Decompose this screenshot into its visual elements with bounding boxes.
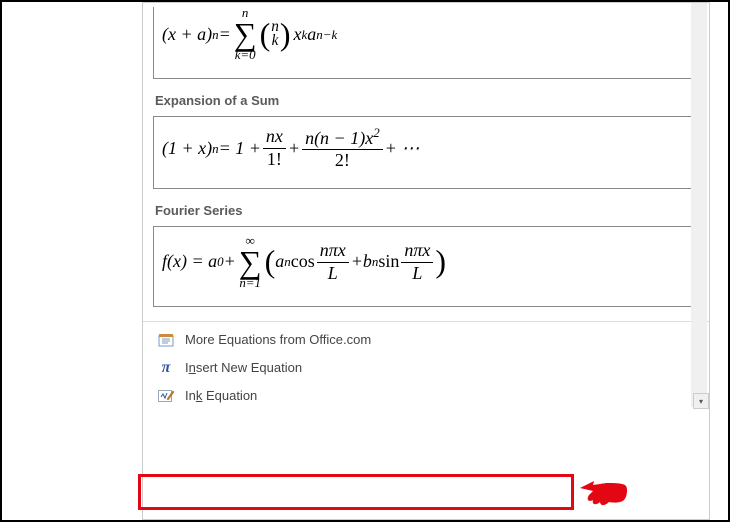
section-title-fourier: Fourier Series <box>155 203 693 218</box>
office-icon <box>157 332 175 348</box>
binomial-symbol: n k <box>271 20 279 49</box>
menu-more-equations[interactable]: More Equations from Office.com ▸ <box>143 326 709 354</box>
equation-item-expansion[interactable]: (1 + x)n = 1 + nx 1! + n(n − 1)x2 2! + ⋯ <box>153 116 693 189</box>
eq-text: = <box>219 24 231 46</box>
eq-text: f(x) = a <box>162 251 217 273</box>
menu-label: More Equations from Office.com <box>185 332 371 347</box>
scroll-down-button[interactable]: ▾ <box>693 393 709 409</box>
menu-label: Ink Equation <box>185 388 257 403</box>
sigma-icon: ∞ ∑ n=1 <box>239 235 262 290</box>
equation-menu: More Equations from Office.com ▸ π Inser… <box>143 321 709 414</box>
eq-text: a <box>307 24 316 46</box>
eq-text: a <box>275 251 284 273</box>
eq-exp: n−k <box>316 27 337 43</box>
fraction: nπx L <box>401 240 433 284</box>
fraction: nx 1! <box>263 126 286 170</box>
eq-text: + ⋯ <box>385 138 420 160</box>
equation-item-fourier[interactable]: f(x) = a0 + ∞ ∑ n=1 ( an cos nπx L + bn … <box>153 226 693 307</box>
scrollbar[interactable] <box>691 3 707 407</box>
eq-text: b <box>363 251 372 273</box>
eq-text: + <box>351 251 363 273</box>
menu-insert-new-equation[interactable]: π Insert New Equation <box>143 354 709 382</box>
pointing-hand-icon <box>578 466 630 513</box>
eq-text: x <box>294 24 302 46</box>
equation-gallery: (x + a)n = n ∑ k=0 ( n k ) xkan−k Expans… <box>143 3 709 307</box>
section-title-expansion: Expansion of a Sum <box>155 93 693 108</box>
eq-text: sin <box>378 251 399 273</box>
fraction: n(n − 1)x2 2! <box>302 125 383 172</box>
paren-icon: ( <box>265 249 276 275</box>
equation-gallery-panel: (x + a)n = n ∑ k=0 ( n k ) xkan−k Expans… <box>142 2 710 520</box>
ink-equation-icon <box>157 388 175 404</box>
menu-label: Insert New Equation <box>185 360 302 375</box>
pi-icon: π <box>157 360 175 376</box>
paren-icon: ) <box>280 22 291 48</box>
eq-text: = 1 + <box>219 138 261 160</box>
eq-text: + <box>224 251 236 273</box>
menu-ink-equation[interactable]: Ink Equation <box>143 382 709 410</box>
paren-icon: ) <box>435 249 446 275</box>
eq-text: (1 + x) <box>162 138 212 160</box>
eq-text: cos <box>291 251 315 273</box>
eq-text: (x + a) <box>162 24 212 46</box>
sigma-icon: n ∑ k=0 <box>234 7 257 62</box>
eq-text: + <box>288 138 300 160</box>
paren-icon: ( <box>260 22 271 48</box>
equation-item-binomial[interactable]: (x + a)n = n ∑ k=0 ( n k ) xkan−k <box>153 7 693 79</box>
fraction: nπx L <box>317 240 349 284</box>
